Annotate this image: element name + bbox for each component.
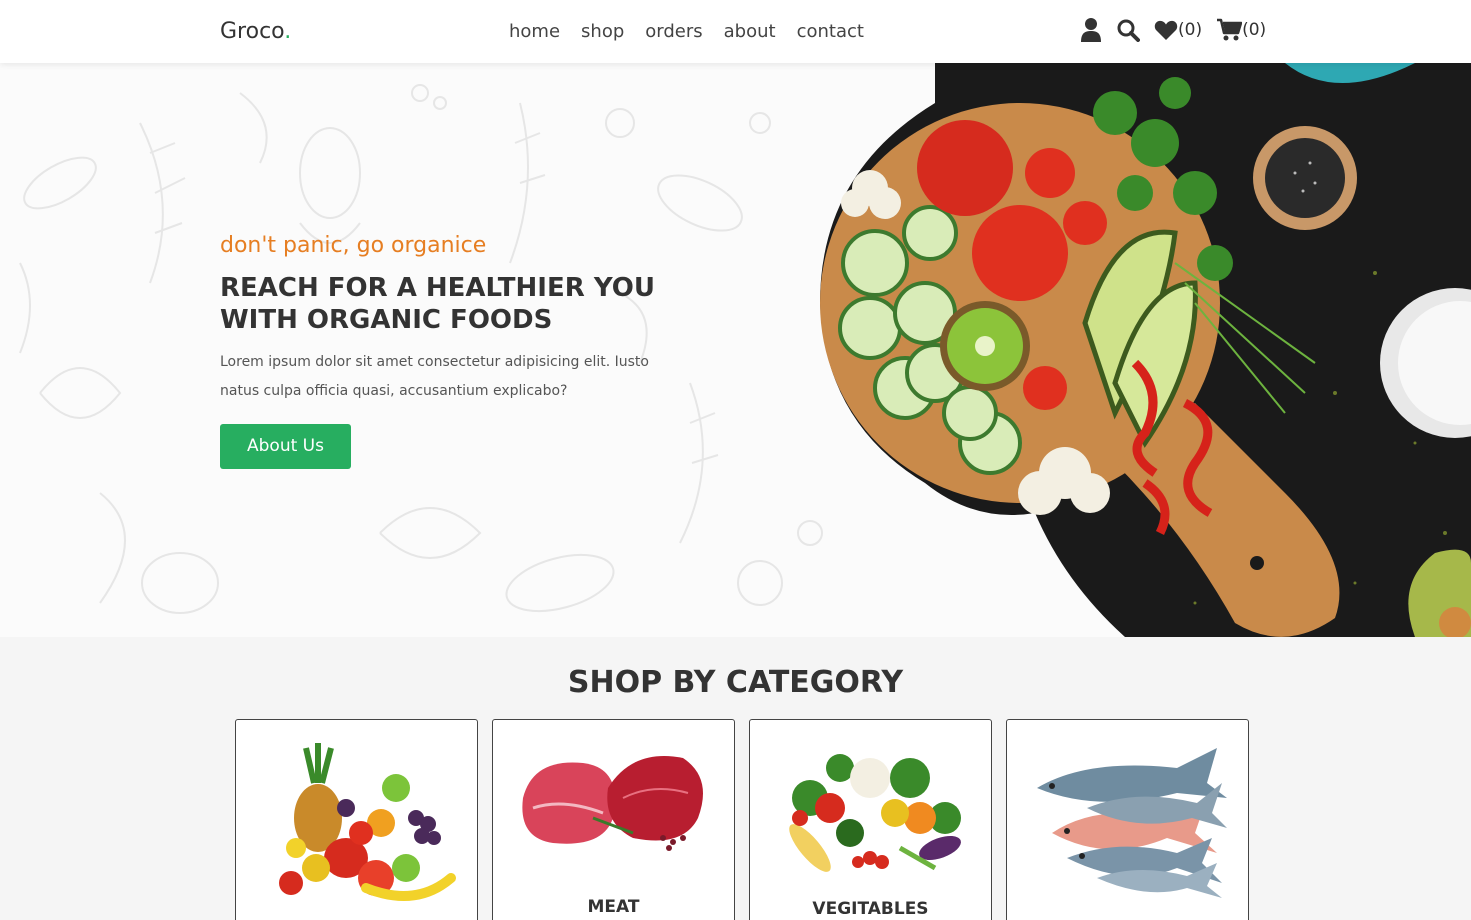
category-card-vegetables[interactable]: VEGITABLES [749, 719, 992, 920]
hero-headline: REACH FOR A HEALTHIER YOU WITH ORGANIC F… [220, 272, 690, 336]
hero-headline-line1: REACH FOR A HEALTHIER YOU [220, 273, 655, 303]
search-button[interactable] [1116, 18, 1140, 42]
fish-image [1037, 748, 1227, 898]
fruits-image [279, 743, 456, 901]
nav-shop[interactable]: shop [581, 21, 624, 42]
category-card-fruits[interactable] [235, 719, 478, 920]
header-icons: (0) (0) [1080, 17, 1266, 43]
category-name-meat: MEAT [587, 897, 640, 917]
hero-headline-line2: WITH ORGANIC FOODS [220, 305, 553, 335]
cart-count: (0) [1242, 20, 1267, 40]
category-card-fish[interactable] [1006, 719, 1249, 920]
hero-tagline: don't panic, go organice [220, 233, 487, 258]
search-icon [1117, 19, 1140, 42]
hero-description: Lorem ipsum dolor sit amet consectetur a… [220, 354, 649, 399]
hero-vegetables-image [820, 63, 1471, 637]
category-section: SHOP BY CATEGORY MEAT VEGITABLES [0, 637, 1471, 920]
category-title: SHOP BY CATEGORY [567, 665, 904, 700]
heart-icon [1154, 20, 1178, 40]
user-button[interactable] [1080, 17, 1102, 43]
cart-icon [1217, 18, 1243, 41]
nav-contact[interactable]: contact [797, 21, 864, 42]
category-name-vegetables: VEGITABLES [812, 899, 929, 919]
nav-about[interactable]: about [724, 21, 776, 42]
brand-dot: . [284, 19, 292, 44]
wishlist-button[interactable]: (0) [1154, 20, 1202, 41]
cart-button[interactable]: (0) [1216, 18, 1266, 42]
hero-section: don't panic, go organice REACH FOR A HEA… [0, 63, 1471, 637]
user-icon [1081, 18, 1101, 42]
category-list: MEAT VEGITABLES [235, 719, 1249, 920]
site-header: Groco. home shop orders about contact (0… [0, 0, 1471, 63]
brand-logo[interactable]: Groco. [220, 19, 291, 44]
main-nav: home shop orders about contact [509, 21, 864, 42]
meat-image [522, 756, 703, 851]
nav-home[interactable]: home [509, 21, 560, 42]
hero-content: don't panic, go organice REACH FOR A HEA… [220, 233, 690, 469]
wishlist-count: (0) [1178, 20, 1203, 40]
nav-orders[interactable]: orders [645, 21, 702, 42]
vegetables-image [789, 754, 961, 872]
about-us-button[interactable]: About Us [220, 424, 351, 469]
brand-name: Groco [220, 19, 285, 44]
category-card-meat[interactable]: MEAT [492, 719, 735, 920]
